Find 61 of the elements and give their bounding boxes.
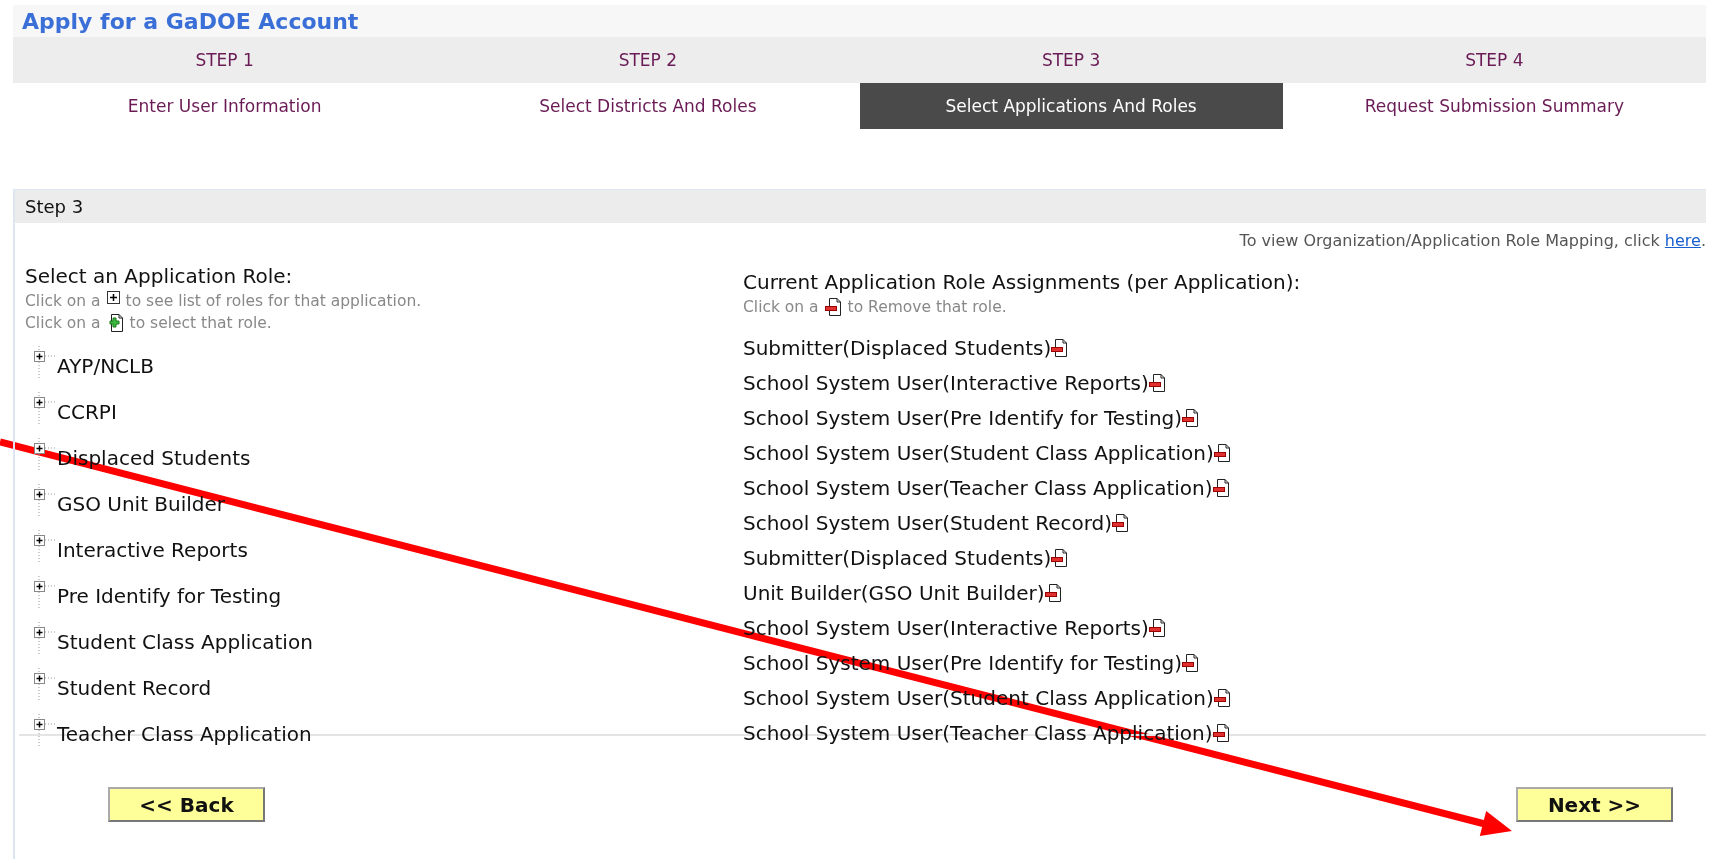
role-assignment: Submitter(Displaced Students) bbox=[743, 335, 1052, 360]
role-assignment: School System User(Teacher Class Application) bbox=[743, 720, 1213, 745]
remove-page-icon[interactable] bbox=[1044, 583, 1062, 602]
hint-text: to Remove that role. bbox=[847, 298, 1007, 316]
expand-icon[interactable] bbox=[33, 484, 55, 516]
expand-icon[interactable] bbox=[33, 622, 55, 654]
step-number-header: STEP 2 bbox=[436, 37, 860, 83]
remove-page-icon[interactable] bbox=[1112, 513, 1130, 532]
remove-page-icon[interactable] bbox=[1182, 653, 1200, 672]
role-assignment: School System User(Interactive Reports) bbox=[743, 370, 1149, 395]
application-item[interactable]: GSO Unit Builder bbox=[57, 492, 226, 516]
application-item[interactable]: Student Class Application bbox=[57, 630, 313, 654]
column-heading: Current Application Role Assignments (per Application): bbox=[743, 270, 1302, 294]
back-button[interactable]: << Back bbox=[108, 787, 265, 822]
role-assignment: School System User(Student Record) bbox=[743, 510, 1113, 535]
remove-page-icon[interactable] bbox=[1051, 338, 1069, 357]
application-item[interactable]: Interactive Reports bbox=[57, 538, 248, 562]
page-title: Apply for a GaDOE Account bbox=[22, 8, 359, 34]
remove-page-icon[interactable] bbox=[1213, 443, 1231, 462]
remove-page-icon[interactable] bbox=[1182, 408, 1200, 427]
application-item[interactable]: AYP/NCLB bbox=[57, 354, 154, 378]
add-page-icon bbox=[106, 314, 124, 332]
remove-page-icon bbox=[824, 298, 842, 316]
expand-icon[interactable] bbox=[33, 576, 55, 608]
application-item[interactable]: Student Record bbox=[57, 676, 212, 700]
remove-page-icon[interactable] bbox=[1148, 373, 1166, 392]
step-number-header: STEP 4 bbox=[1282, 37, 1706, 83]
role-assignment: Submitter(Displaced Students) bbox=[743, 545, 1052, 570]
expand-icon[interactable] bbox=[33, 668, 55, 700]
remove-page-icon[interactable] bbox=[1212, 478, 1230, 497]
role-assignment: School System User(Interactive Reports) bbox=[743, 615, 1149, 640]
application-item[interactable]: Teacher Class Application bbox=[57, 722, 312, 746]
remove-page-icon[interactable] bbox=[1148, 618, 1166, 637]
step-tab[interactable]: Select Applications And Roles bbox=[859, 83, 1283, 129]
step-number-header: STEP 3 bbox=[859, 37, 1283, 83]
hint-text: Click on a bbox=[25, 292, 101, 310]
expand-icon[interactable] bbox=[33, 346, 55, 378]
expand-icon[interactable] bbox=[33, 714, 55, 746]
expand-icon[interactable] bbox=[33, 438, 55, 470]
remove-page-icon[interactable] bbox=[1213, 688, 1231, 707]
role-assignment: School System User(Student Class Application) bbox=[743, 440, 1214, 465]
step-number-header: STEP 1 bbox=[13, 37, 437, 83]
hint-text: to select that role. bbox=[129, 314, 272, 332]
column-heading: Select an Application Role: bbox=[25, 264, 294, 288]
next-button[interactable]: Next >> bbox=[1516, 787, 1673, 822]
remove-page-icon[interactable] bbox=[1051, 548, 1069, 567]
mapping-note: To view Organization/Application Role Mapping, click here. bbox=[1239, 231, 1706, 250]
role-assignment: School System User(Pre Identify for Testing) bbox=[743, 405, 1183, 430]
here-link[interactable]: here bbox=[1664, 231, 1701, 250]
expand-icon[interactable] bbox=[33, 530, 55, 562]
expand-icon bbox=[106, 291, 120, 304]
remove-page-icon[interactable] bbox=[1212, 723, 1230, 742]
hint-text: Click on a bbox=[25, 314, 101, 332]
hint-text: Click on a bbox=[743, 298, 819, 316]
role-assignment: School System User(Teacher Class Application) bbox=[743, 475, 1213, 500]
application-item[interactable]: Pre Identify for Testing bbox=[57, 584, 282, 608]
application-item[interactable]: CCRPI bbox=[57, 400, 117, 424]
hint-text: to see list of roles for that application. bbox=[125, 292, 422, 310]
expand-icon[interactable] bbox=[33, 392, 55, 424]
role-assignment: Unit Builder(GSO Unit Builder) bbox=[743, 580, 1045, 605]
section-title: Step 3 bbox=[25, 196, 84, 217]
